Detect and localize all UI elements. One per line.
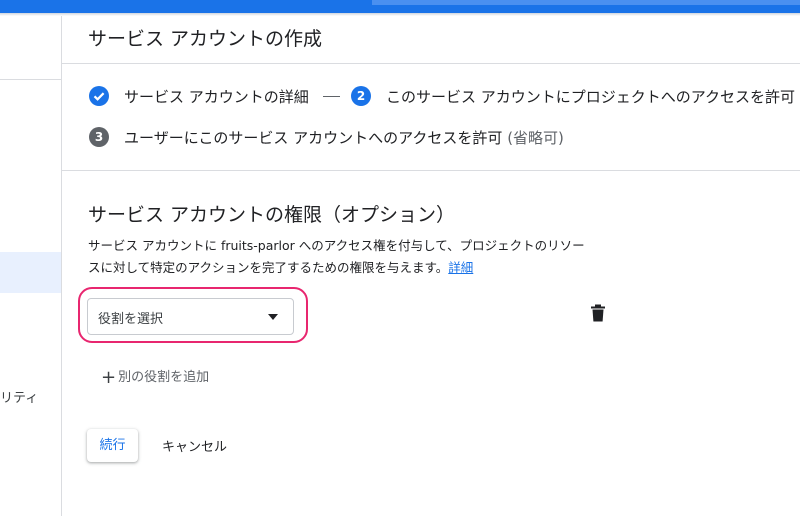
sidebar-item-label[interactable]: リティ [0, 387, 38, 406]
check-icon [89, 86, 109, 106]
dropdown-arrow-icon [268, 314, 278, 320]
page-title: サービス アカウントの作成 [88, 28, 323, 50]
step-1-label: サービス アカウントの詳細 [124, 88, 309, 106]
top-app-bar-search-area [372, 0, 800, 5]
description-line-2: スに対して特定のアクションを完了するための権限を与えます。詳細 [88, 257, 628, 279]
step-3-number: 3 [89, 127, 109, 147]
plus-icon: + [101, 367, 117, 388]
description-line-2-text: スに対して特定のアクションを完了するための権限を与えます。 [88, 260, 449, 275]
title-divider [62, 63, 800, 64]
permissions-description: サービス アカウントに fruits-parlor へのアクセス権を付与して、プ… [88, 235, 628, 279]
section-title: サービス アカウントの権限（オプション） [88, 204, 456, 226]
steps-divider [62, 170, 800, 171]
role-select[interactable]: 役割を選択 [87, 298, 294, 335]
step-3-title: ユーザーにこのサービス アカウントへのアクセスを許可 [124, 129, 503, 147]
step-3-optional: (省略可) [507, 129, 564, 147]
step-2-label: このサービス アカウントにプロジェクトへのアクセスを許可 [386, 88, 796, 106]
add-role-button[interactable]: + 別の役割を追加 [101, 366, 209, 388]
continue-button[interactable]: 続行 [87, 429, 138, 462]
step-separator [323, 96, 340, 97]
sidebar-divider [0, 79, 61, 80]
add-role-label: 別の役割を追加 [118, 370, 210, 385]
cancel-button[interactable]: キャンセル [162, 436, 227, 455]
step-2-number: 2 [351, 86, 371, 106]
trash-icon[interactable] [590, 304, 606, 322]
sidebar: リティ [0, 16, 62, 516]
details-link[interactable]: 詳細 [448, 260, 473, 275]
role-select-placeholder: 役割を選択 [98, 312, 164, 327]
sidebar-item-selected[interactable] [0, 252, 61, 293]
step-3-label: ユーザーにこのサービス アカウントへのアクセスを許可 (省略可) [124, 127, 564, 148]
description-line-1: サービス アカウントに fruits-parlor へのアクセス権を付与して、プ… [88, 238, 585, 253]
top-app-bar-shadow [0, 13, 800, 16]
